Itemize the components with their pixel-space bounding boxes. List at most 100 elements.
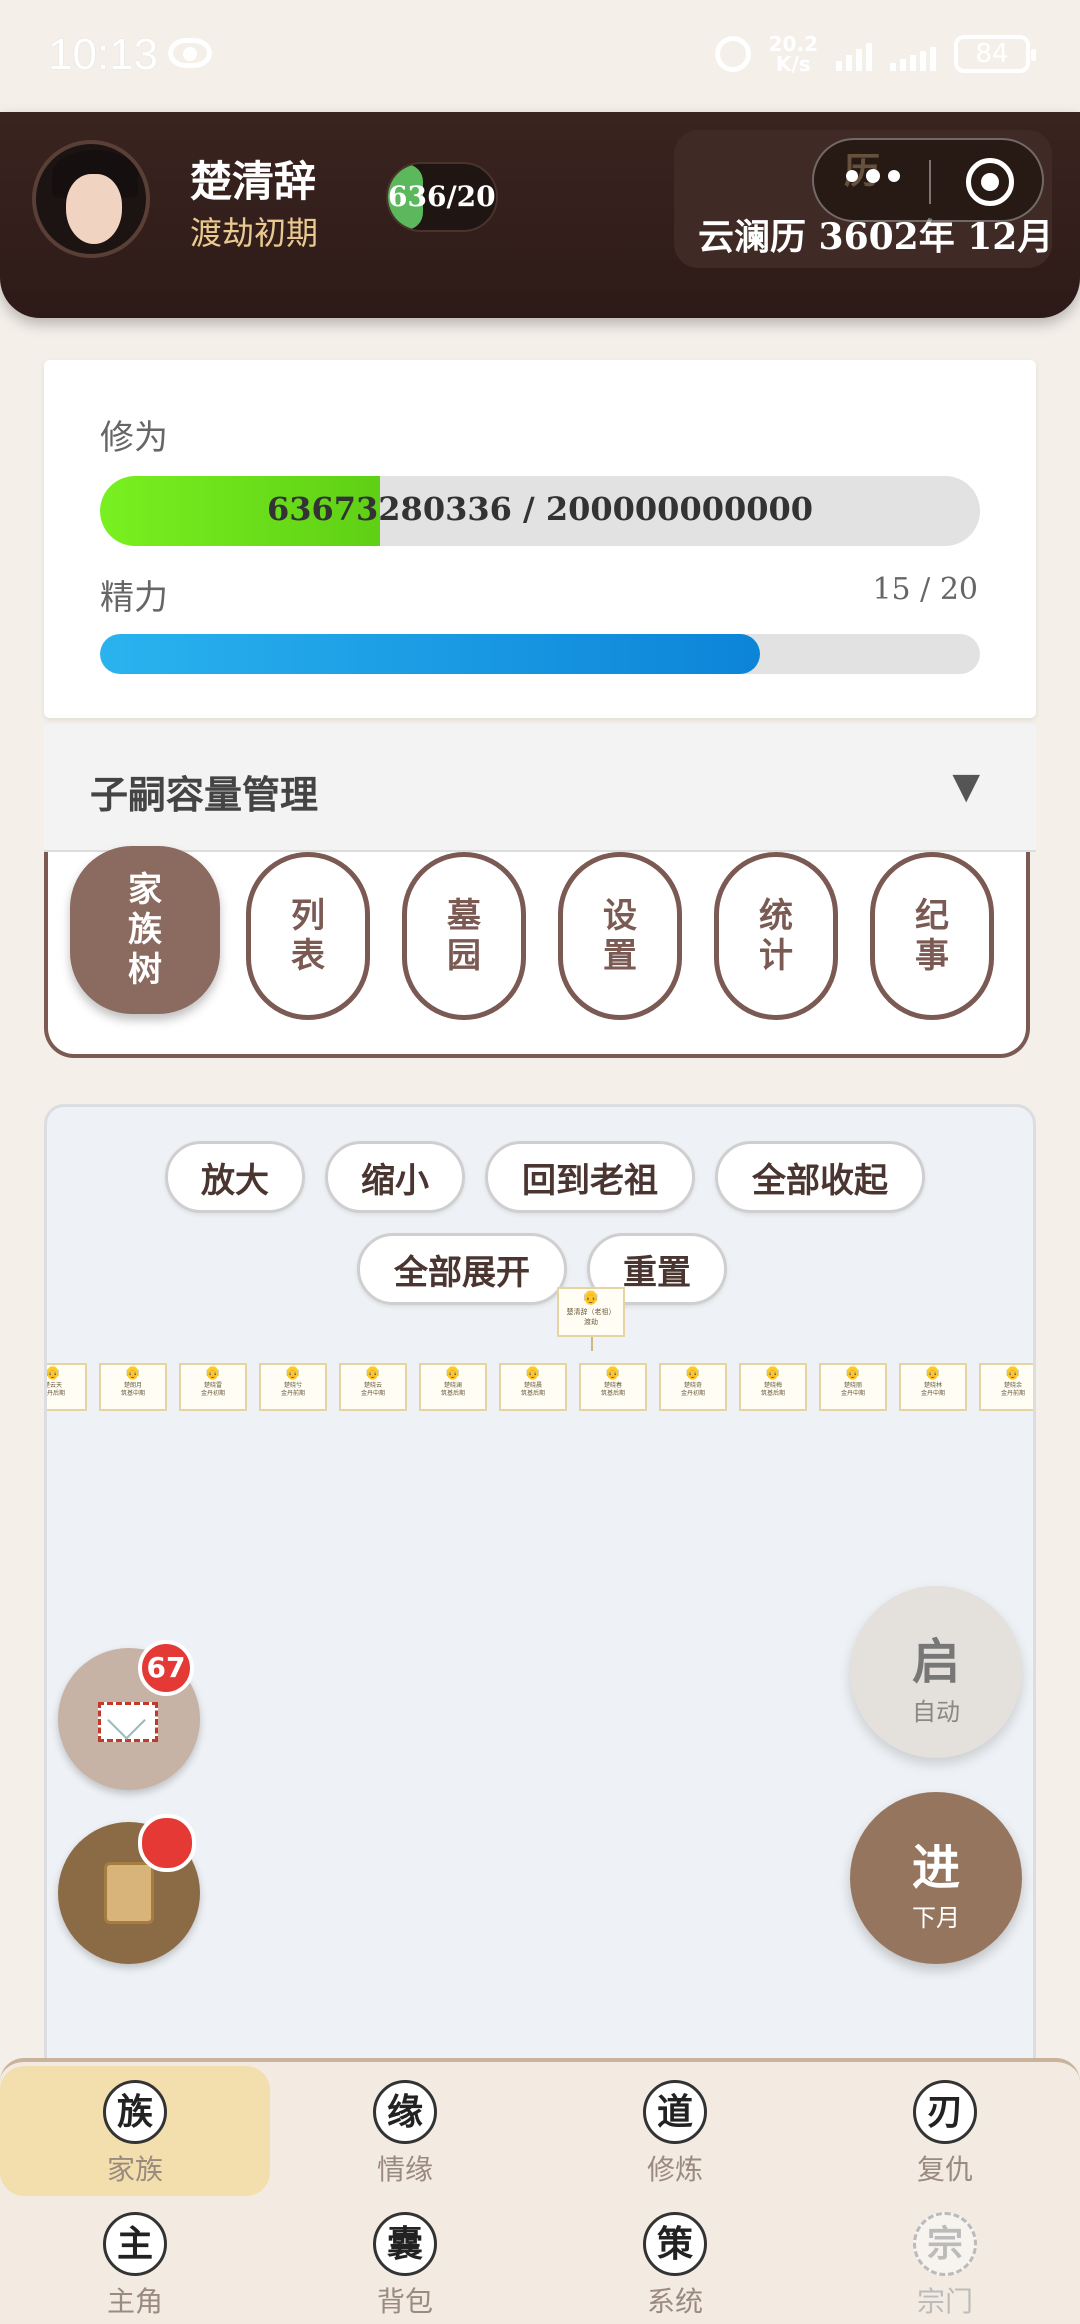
nav-protagonist-label: 主角 — [106, 2285, 163, 2318]
person-icon: 👴 — [44, 1366, 62, 1381]
zoom-in-button[interactable]: 放大 — [165, 1141, 305, 1213]
tree-node-name: 楚晓林 — [923, 1382, 942, 1389]
protagonist-nav-icon: 主 — [103, 2212, 167, 2276]
tree-node[interactable]: 👴 楚晓林 金丹中期 — [899, 1363, 967, 1411]
tree-node-sub: 筑基后期 — [760, 1390, 785, 1397]
tree-node[interactable]: 👴 楚晓云 金丹中期 — [339, 1363, 407, 1411]
tab-list[interactable]: 列表 — [246, 852, 370, 1020]
root-node-name: 楚清辞（老祖） — [566, 1308, 616, 1316]
revenge-nav-icon: 刃 — [913, 2080, 977, 2144]
person-icon: 👴 — [124, 1366, 142, 1381]
cultivation-bar: 63673280336 / 200000000000 — [100, 476, 980, 546]
tree-node-name: 楚晓云 — [363, 1382, 382, 1389]
tree-node[interactable]: 👴 楚晓雷 金丹初期 — [179, 1363, 247, 1411]
tree-node[interactable]: 👴 楚晓兮 金丹前期 — [259, 1363, 327, 1411]
mini-progress-text: 636/2000 — [388, 180, 496, 213]
nav-revenge[interactable]: 刃 复仇 — [810, 2066, 1080, 2196]
tree-node[interactable]: 👴 楚晓余 金丹前期 — [979, 1363, 1033, 1411]
scroll-button[interactable] — [58, 1814, 200, 1964]
back-to-ancestor-button[interactable]: 回到老祖 — [485, 1141, 695, 1213]
signal-icon-2 — [890, 37, 936, 71]
next-month-button-label: 下月 — [912, 1904, 960, 1932]
player-name: 楚清辞 — [190, 157, 317, 206]
tree-node[interactable]: 👴 楚晓晨 筑基后期 — [499, 1363, 567, 1411]
tab-cemetery[interactable]: 墓园 — [402, 852, 526, 1020]
tab-statistics[interactable]: 统计 — [714, 852, 838, 1020]
auto-button[interactable]: 启 自动 — [850, 1586, 1022, 1758]
tree-node[interactable]: 👴 楚晓奇 金丹初期 — [659, 1363, 727, 1411]
tree-node-sub: 金丹中期 — [840, 1390, 865, 1397]
capacity-management-header[interactable]: 子嗣容量管理 ▼ — [44, 724, 1036, 852]
tree-node[interactable]: 👴 楚晓丽 金丹中期 — [819, 1363, 887, 1411]
tab-settings[interactable]: 设置 — [558, 852, 682, 1020]
nav-bag[interactable]: 囊 背包 — [270, 2198, 540, 2324]
tree-root-node[interactable]: 👴 楚清辞（老祖） 渡劫 — [557, 1287, 625, 1337]
player-header: 楚清辞 渡劫初期 636/2000 历 云澜历 3602年 12月 — [0, 112, 1080, 318]
next-month-button[interactable]: 进 下月 — [850, 1792, 1022, 1964]
cultivate-nav-icon: 道 — [643, 2080, 707, 2144]
tree-node[interactable]: 👴 楚晓梅 筑基后期 — [739, 1363, 807, 1411]
tab-family-tree[interactable]: 家族树 — [70, 846, 220, 1014]
capacity-management-title: 子嗣容量管理 — [90, 773, 319, 817]
nav-cultivate[interactable]: 道 修炼 — [540, 2066, 810, 2196]
tree-node-sub: 筑基中期 — [120, 1390, 145, 1397]
status-time: 10:13 — [48, 30, 159, 79]
tree-node-name: 楚晓澜 — [443, 1382, 462, 1389]
tree-node-sub: 金丹后期 — [46, 1390, 65, 1397]
energy-label: 精力 — [100, 578, 168, 618]
tree-node-sub: 筑基后期 — [520, 1390, 545, 1397]
close-target-icon[interactable] — [966, 158, 1014, 206]
person-icon: 👴 — [604, 1366, 622, 1381]
tree-node-sub: 金丹前期 — [1000, 1390, 1025, 1397]
expand-all-button[interactable]: 全部展开 — [357, 1233, 567, 1305]
tree-node[interactable]: 👴 楚朗月 筑基中期 — [99, 1363, 167, 1411]
battery-icon: 84 — [954, 35, 1036, 73]
signal-icon — [836, 37, 872, 71]
nav-romance[interactable]: 缘 情缘 — [270, 2066, 540, 2196]
tree-node-sub: 金丹中期 — [920, 1390, 945, 1397]
nav-protagonist[interactable]: 主 主角 — [0, 2198, 270, 2324]
system-nav-icon: 策 — [643, 2212, 707, 2276]
tab-chronicle[interactable]: 纪事 — [870, 852, 994, 1020]
nav-romance-label: 情缘 — [376, 2153, 433, 2186]
network-speed-value: 20.2 — [768, 32, 818, 56]
tree-node-sub: 筑基后期 — [440, 1390, 465, 1397]
mail-button[interactable]: 67 — [58, 1640, 200, 1790]
tree-node-name: 楚晓余 — [1003, 1382, 1022, 1389]
root-node-sub: 渡劫 — [584, 1318, 598, 1326]
nav-system[interactable]: 策 系统 — [540, 2198, 810, 2324]
collapse-all-button[interactable]: 全部收起 — [715, 1141, 925, 1213]
tree-node[interactable]: 👴楚云天金丹后期 — [44, 1363, 87, 1411]
tree-node-name: 楚晓雷 — [203, 1382, 222, 1389]
player-avatar[interactable] — [32, 140, 150, 258]
mini-progress: 636/2000 — [386, 162, 498, 232]
tree-node-name: 楚晓丽 — [843, 1382, 862, 1389]
family-nav-icon: 族 — [103, 2080, 167, 2144]
eye-icon — [168, 38, 212, 68]
tree-connector — [591, 1337, 593, 1351]
nav-cultivate-label: 修炼 — [646, 2153, 703, 2186]
more-icon[interactable] — [846, 169, 900, 183]
tree-node-name: 楚晓春 — [603, 1382, 622, 1389]
bottom-nav: 族 家族 缘 情缘 道 修炼 刃 复仇 主 主角 囊 背包 策 系统 宗 宗门 — [0, 2058, 1080, 2324]
person-icon: 👴 — [582, 1290, 600, 1306]
nav-sect[interactable]: 宗 宗门 — [810, 2198, 1080, 2324]
zoom-out-button[interactable]: 缩小 — [325, 1141, 465, 1213]
alarm-icon — [714, 36, 751, 72]
tree-node[interactable]: 👴 楚晓澜 筑基后期 — [419, 1363, 487, 1411]
nav-family-label: 家族 — [106, 2153, 163, 2186]
tree-node[interactable]: 👴 楚晓春 筑基后期 — [579, 1363, 647, 1411]
person-icon: 👴 — [844, 1366, 862, 1381]
energy-bar — [100, 634, 980, 674]
bag-nav-icon: 囊 — [373, 2212, 437, 2276]
nav-family[interactable]: 族 家族 — [0, 2066, 270, 2196]
person-icon: 👴 — [684, 1366, 702, 1381]
tree-node-name: 楚朗月 — [123, 1382, 142, 1389]
tree-node-name: 楚云天 — [44, 1382, 62, 1389]
network-speed: 20.2 K/s — [769, 34, 818, 74]
family-tabs: 家族树 列表 墓园 设置 统计 纪事 — [44, 846, 1030, 1058]
tree-node-name: 楚晓梅 — [763, 1382, 782, 1389]
energy-bar-fill — [100, 634, 760, 674]
person-icon: 👴 — [364, 1366, 382, 1381]
tree-node-sub: 筑基后期 — [600, 1390, 625, 1397]
